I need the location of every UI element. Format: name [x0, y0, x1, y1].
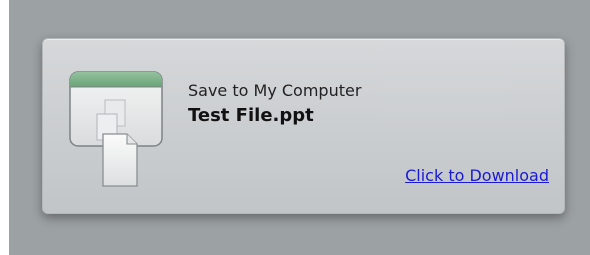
file-name: Test File.ppt: [188, 105, 314, 126]
save-file-card: Save to My Computer Test File.ppt Click …: [42, 38, 565, 214]
file-download-window-icon: [69, 71, 163, 187]
download-link[interactable]: Click to Download: [405, 166, 549, 185]
save-caption: Save to My Computer: [188, 81, 362, 100]
